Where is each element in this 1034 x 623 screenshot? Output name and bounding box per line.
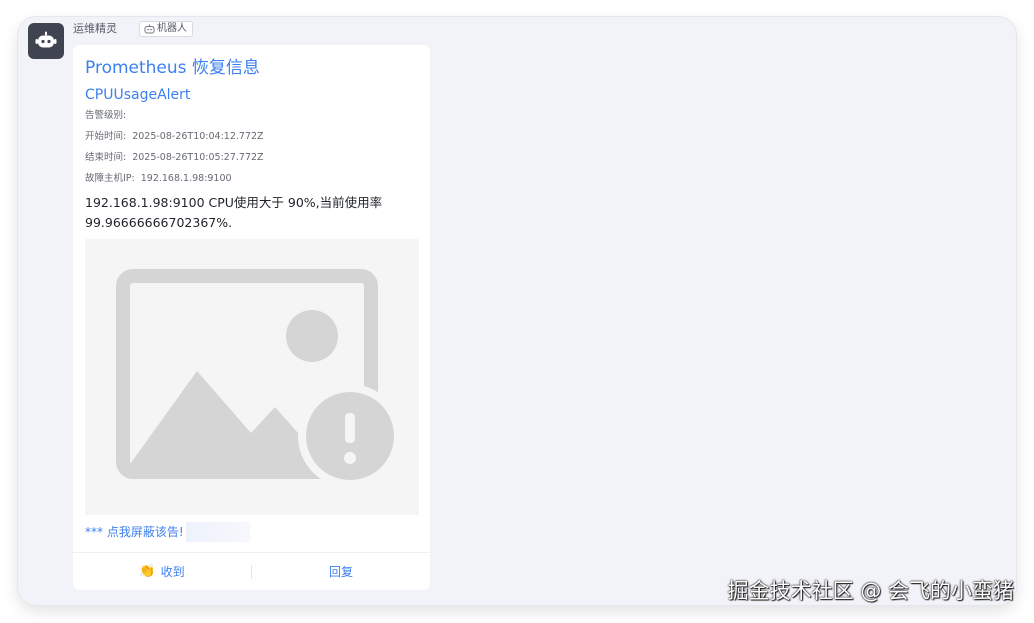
ack-button[interactable]: 👏 收到 <box>73 564 251 580</box>
bot-badge-label: 机器人 <box>157 23 187 34</box>
alert-description: 192.168.1.98:9100 CPU使用大于 90%,当前使用率 99.9… <box>85 195 383 230</box>
field-label: 开始时间: <box>85 131 127 142</box>
alert-level-row: 告警级别: <box>85 109 132 123</box>
card-actions: 👏 收到 回复 <box>73 552 430 590</box>
clap-icon: 👏 <box>139 563 156 579</box>
sender-name: 运维精灵 <box>73 22 117 35</box>
host-ip-row: 故障主机IP: 192.168.1.98:9100 <box>85 172 232 186</box>
ack-button-label: 收到 <box>160 564 185 579</box>
robot-outline-icon <box>144 24 155 34</box>
field-value: 192.168.1.98:9100 <box>140 173 232 184</box>
robot-icon <box>35 31 57 48</box>
reply-button[interactable]: 回复 <box>252 564 430 580</box>
reply-button-label: 回复 <box>328 564 353 579</box>
end-time-row: 结束时间: 2025-08-26T10:05:27.772Z <box>85 151 264 165</box>
mask-alert-link[interactable]: *** 点我屏蔽该告! <box>85 522 250 542</box>
field-label: 告警级别: <box>85 110 127 121</box>
alert-image[interactable] <box>85 239 419 515</box>
alert-message-card: Prometheus 恢复信息 CPUUsageAlert 告警级别: 开始时间… <box>73 45 430 590</box>
watermark-text: 掘金技术社区 @ 会飞的小蛮猪 <box>727 579 1014 603</box>
alert-name: CPUUsageAlert <box>85 87 191 103</box>
field-label: 结束时间: <box>85 152 127 163</box>
bot-badge: 机器人 <box>139 21 193 37</box>
chat-window: 运维精灵 机器人 Prometheus 恢复信息 CPUUsageAlert 告… <box>18 17 1016 605</box>
field-label: 故障主机IP: <box>85 173 135 184</box>
field-value: 2025-08-26T10:04:12.772Z <box>132 131 264 142</box>
card-title: Prometheus 恢复信息 <box>85 58 260 78</box>
start-time-row: 开始时间: 2025-08-26T10:04:12.772Z <box>85 130 264 144</box>
broken-image-icon <box>116 269 402 488</box>
field-value: 2025-08-26T10:05:27.772Z <box>132 152 264 163</box>
mask-alert-label: *** 点我屏蔽该告! <box>85 525 184 539</box>
blurred-text <box>185 522 250 542</box>
bot-avatar[interactable] <box>28 23 64 59</box>
